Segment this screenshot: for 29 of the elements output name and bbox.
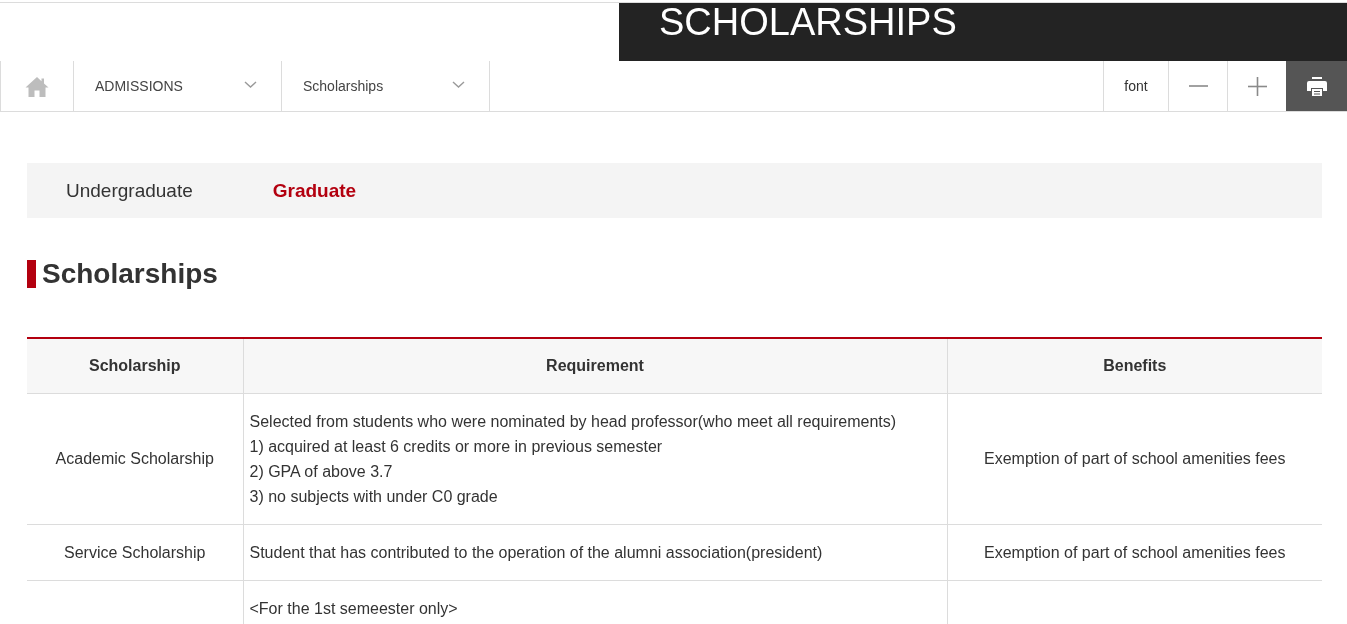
tab[interactable]: Graduate (272, 179, 357, 202)
printer-icon (1306, 76, 1327, 96)
font-size-label: font (1124, 78, 1148, 94)
home-button[interactable] (0, 61, 74, 111)
requirement-text: 2) GPA of above 3.7 (249, 461, 393, 482)
breadcrumb-dropdown[interactable]: Scholarships (282, 61, 490, 111)
heading-accent-bar (27, 260, 36, 288)
breadcrumb-dropdown[interactable]: ADMISSIONS (74, 61, 282, 111)
chevron-down-icon (452, 80, 465, 88)
minus-icon (1188, 85, 1208, 87)
table-cell: Exemption of part of school amenities fees (947, 524, 1322, 580)
column-header: Requirement (243, 338, 947, 393)
requirement-text: 3) no subjects with under C0 grade (249, 486, 498, 507)
column-header: Benefits (947, 338, 1322, 393)
page-title: SCHOLARSHIPS (659, 3, 957, 41)
column-header: Scholarship (27, 338, 243, 393)
requirement-text: 1) acquired at least 6 credits or more in previous semester (249, 436, 663, 457)
requirement-text: <For the 1st semeester only> (249, 598, 458, 619)
plus-icon (1247, 76, 1267, 96)
table-cell: Service Scholarship (27, 524, 243, 580)
table-cell: Academic Scholarship (27, 393, 243, 524)
section-heading: Scholarships (42, 257, 218, 291)
print-button[interactable] (1286, 61, 1347, 111)
chevron-down-icon (244, 80, 257, 88)
table-cell: Exemption of part of school amenities fees (947, 393, 1322, 524)
tab[interactable]: Undergraduate (66, 179, 193, 202)
home-icon (25, 75, 49, 97)
requirement-text: Student that has contributed to the operation of the alumni association(president) (249, 542, 823, 563)
requirement-text: Selected from students who were nominated by head professor(who meet all requirements) (249, 411, 897, 432)
